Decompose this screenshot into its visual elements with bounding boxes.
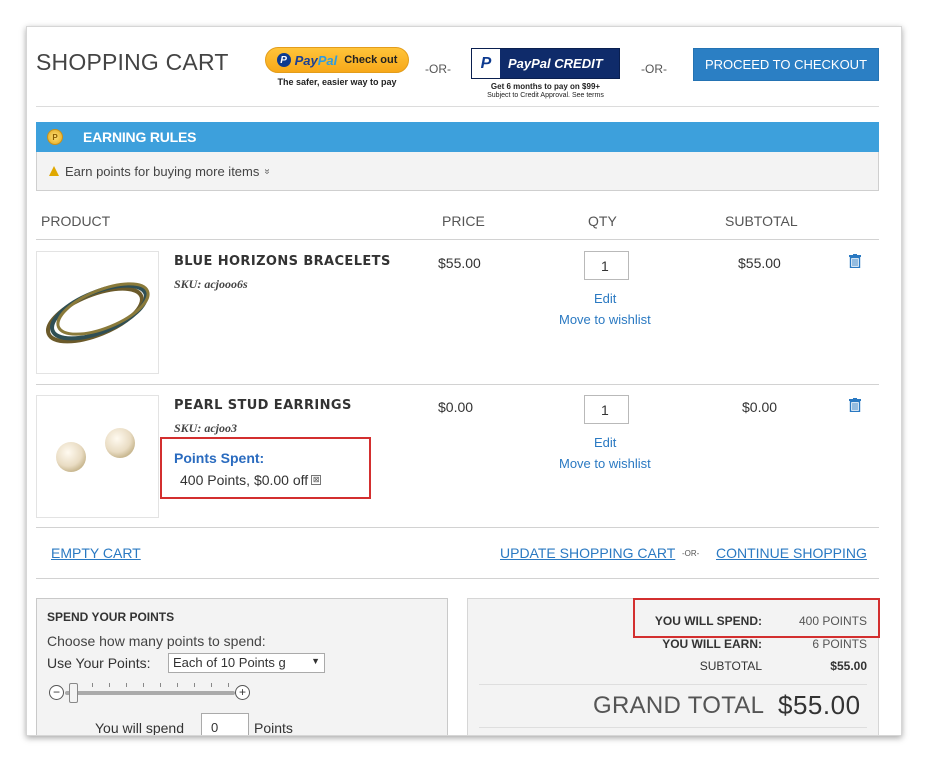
- product-image-earrings[interactable]: [36, 395, 159, 518]
- proceed-to-checkout-button[interactable]: PROCEED TO CHECKOUT: [693, 48, 879, 81]
- move-to-wishlist-link[interactable]: Move to wishlist: [559, 312, 651, 327]
- edit-link[interactable]: Edit: [594, 291, 616, 306]
- points-unit-label: Points: [254, 720, 293, 736]
- paypal-checkout-label: Check out: [344, 54, 398, 66]
- move-to-wishlist-link[interactable]: Move to wishlist: [559, 456, 651, 471]
- you-will-spend-label: You will spend: [95, 720, 184, 736]
- divider: [479, 684, 867, 685]
- column-header-price: PRICE: [442, 213, 485, 229]
- dropdown-arrow-icon: ▼: [311, 656, 320, 666]
- spend-points-description: Choose how many points to spend:: [47, 633, 266, 649]
- slider-tick: [160, 683, 161, 687]
- cart-frame: SHOPPING CART P PayPal Check out The saf…: [26, 26, 902, 736]
- paypal-checkout-button[interactable]: P PayPal Check out: [265, 47, 409, 73]
- continue-shopping-link[interactable]: CONTINUE SHOPPING: [716, 545, 867, 561]
- slider-tick: [126, 683, 127, 687]
- you-will-spend-total-label: YOU WILL SPEND:: [654, 614, 762, 628]
- paypal-logo-icon: P: [276, 53, 291, 67]
- paypal-p-icon: P: [472, 49, 500, 78]
- or-separator: -OR-: [641, 62, 667, 76]
- paypal-credit-label: PayPal CREDIT: [508, 56, 603, 71]
- divider: [479, 727, 867, 728]
- points-spent-highlight: [160, 437, 371, 499]
- or-separator: -OR-: [682, 549, 700, 558]
- divider: [36, 527, 879, 528]
- slider-tick: [92, 683, 93, 687]
- slider-tick: [177, 683, 178, 687]
- earning-rules-title: EARNING RULES: [83, 129, 197, 145]
- update-shopping-cart-link[interactable]: UPDATE SHOPPING CART: [500, 545, 675, 561]
- slider-plus-button[interactable]: +: [235, 685, 250, 700]
- slider-tick: [211, 683, 212, 687]
- product-image-bracelets[interactable]: [36, 251, 159, 374]
- earning-rules-body: Earn points for buying more items »: [36, 152, 879, 191]
- product-sku: SKU: acjooo6s: [174, 277, 248, 291]
- points-spent-label: Points Spent:: [174, 450, 265, 466]
- points-rule-select[interactable]: Each of 10 Points g ▼: [168, 653, 325, 673]
- product-name[interactable]: BLUE HORIZONS BRACELETS: [174, 254, 391, 269]
- column-header-product: PRODUCT: [41, 213, 111, 229]
- product-sku: SKU: acjoo3: [174, 421, 237, 435]
- points-slider-handle[interactable]: [69, 683, 78, 703]
- product-price: $0.00: [438, 399, 474, 415]
- remove-points-icon[interactable]: ⊠: [311, 475, 322, 485]
- you-will-earn-value: 6 POINTS: [812, 637, 867, 651]
- trash-icon[interactable]: [849, 398, 861, 413]
- paypal-wordmark: PayPal: [294, 52, 338, 68]
- grand-total-value: $55.00: [778, 690, 861, 720]
- quantity-input[interactable]: 1: [584, 395, 629, 424]
- warning-icon: [49, 166, 59, 176]
- points-spent-value: 400 Points, $0.00 off ⊠: [180, 472, 322, 488]
- or-separator: -OR-: [425, 62, 451, 76]
- quantity-input[interactable]: 1: [584, 251, 629, 280]
- points-slider-track[interactable]: [65, 691, 235, 695]
- pearl-earrings-icon: [56, 428, 135, 472]
- coin-icon: P: [47, 129, 63, 145]
- product-subtotal: $0.00: [742, 399, 778, 415]
- subtotal-value: $55.00: [830, 659, 867, 673]
- slider-tick: [143, 683, 144, 687]
- product-subtotal: $55.00: [738, 255, 781, 271]
- column-header-qty: QTY: [588, 213, 617, 229]
- double-chevron-down-icon[interactable]: »: [262, 168, 273, 174]
- trash-icon[interactable]: [849, 254, 861, 269]
- slider-tick: [194, 683, 195, 687]
- slider-tick: [228, 683, 229, 687]
- product-name[interactable]: PEARL STUD EARRINGS: [174, 398, 352, 413]
- grand-total-label: GRAND TOTAL: [593, 692, 765, 719]
- divider: [36, 384, 879, 385]
- earning-rules-header[interactable]: P EARNING RULES: [36, 122, 879, 152]
- you-will-spend-total-value: 400 POINTS: [798, 614, 867, 628]
- column-header-subtotal: SUBTOTAL: [725, 213, 798, 229]
- edit-link[interactable]: Edit: [594, 435, 616, 450]
- points-to-spend-input[interactable]: 0: [201, 713, 249, 735]
- divider: [36, 578, 879, 579]
- use-points-label: Use Your Points:: [47, 655, 151, 671]
- paypal-tagline: The safer, easier way to pay: [277, 77, 397, 87]
- empty-cart-link[interactable]: EMPTY CART: [51, 545, 141, 561]
- paypal-credit-tagline: Get 6 months to pay on $99+ Subject to C…: [487, 82, 604, 99]
- subtotal-label: SUBTOTAL: [699, 659, 762, 673]
- divider: [36, 239, 879, 240]
- earning-rules-message: Earn points for buying more items: [65, 163, 260, 179]
- bangle-bracelets-icon: [46, 282, 150, 344]
- paypal-credit-button[interactable]: P PayPal CREDIT: [471, 48, 620, 79]
- spend-points-title: SPEND YOUR POINTS: [47, 610, 175, 624]
- product-price: $55.00: [438, 255, 481, 271]
- you-will-earn-label: YOU WILL EARN:: [662, 637, 762, 651]
- slider-tick: [109, 683, 110, 687]
- slider-minus-button[interactable]: −: [49, 685, 64, 700]
- page-title: SHOPPING CART: [36, 49, 229, 75]
- divider: [36, 106, 879, 107]
